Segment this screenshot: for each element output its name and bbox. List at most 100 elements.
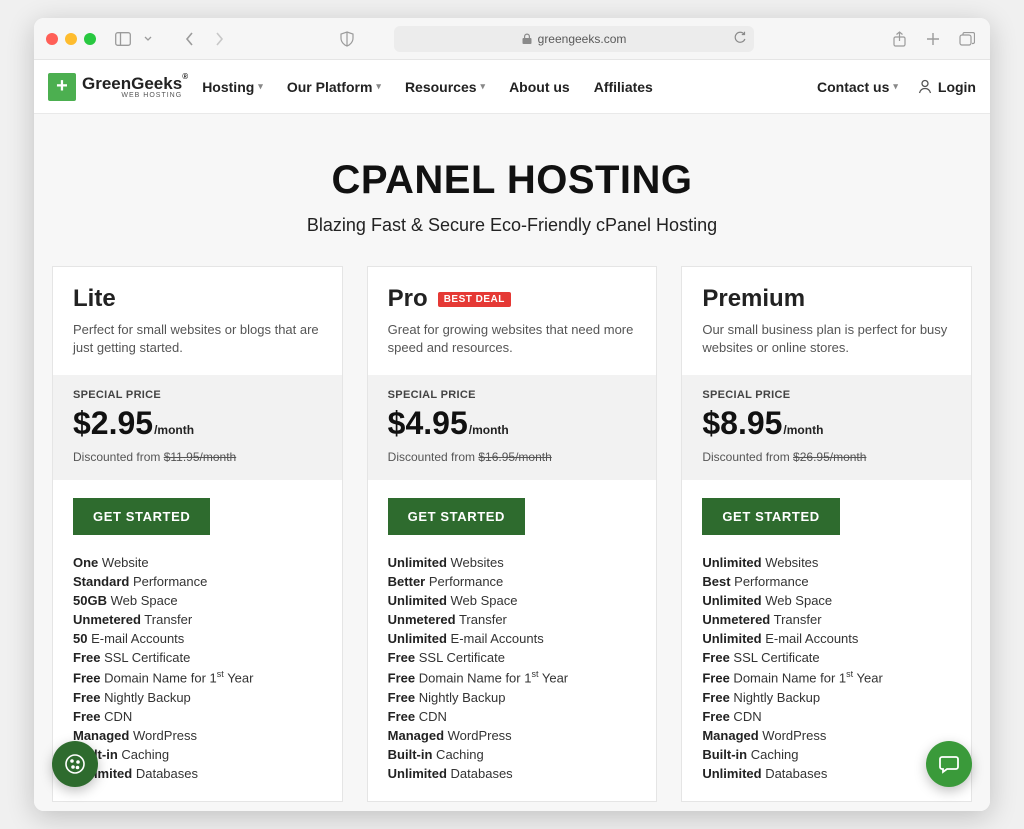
feature-item: Unlimited Web Space <box>388 591 637 610</box>
feature-item: One Website <box>73 553 322 572</box>
chevron-down-icon: ▾ <box>376 81 381 92</box>
page-subtitle: Blazing Fast & Secure Eco-Friendly cPane… <box>34 215 990 236</box>
feature-item: Free Domain Name for 1st Year <box>73 667 322 687</box>
best-deal-badge: BEST DEAL <box>438 292 511 307</box>
per-month-label: /month <box>154 423 194 437</box>
feature-item: Unlimited Databases <box>702 764 951 783</box>
nav-item-about-us[interactable]: About us <box>509 79 570 95</box>
get-started-button[interactable]: GET STARTED <box>702 498 839 535</box>
feature-item: Built-in Caching <box>388 745 637 764</box>
chevron-down-icon: ▾ <box>893 81 898 92</box>
pricing-plans: Lite Perfect for small websites or blogs … <box>34 266 990 802</box>
feature-list: Unlimited WebsitesBest PerformanceUnlimi… <box>702 553 951 782</box>
logo-brand-name: GreenGeeks <box>82 75 182 92</box>
plan-description: Great for growing websites that need mor… <box>388 321 637 357</box>
plan-title: Premium <box>702 285 805 313</box>
logo-tagline: WEB HOSTING <box>82 92 182 99</box>
chat-button[interactable] <box>926 741 972 787</box>
nav-contact[interactable]: Contact us ▾ <box>817 79 898 95</box>
feature-item: 50 E-mail Accounts <box>73 629 322 648</box>
feature-item: Built-in Caching <box>702 745 951 764</box>
feature-item: Unlimited Websites <box>702 553 951 572</box>
get-started-button[interactable]: GET STARTED <box>73 498 210 535</box>
nav-item-affiliates[interactable]: Affiliates <box>594 79 653 95</box>
feature-item: Unlimited Web Space <box>702 591 951 610</box>
login-label: Login <box>938 79 976 95</box>
plan-price: $4.95 <box>388 405 468 442</box>
feature-item: Free SSL Certificate <box>388 648 637 667</box>
nav-item-our-platform[interactable]: Our Platform▾ <box>287 79 381 95</box>
new-tab-icon[interactable] <box>922 28 944 50</box>
chevron-down-icon[interactable] <box>142 28 154 50</box>
feature-item: Free SSL Certificate <box>702 648 951 667</box>
feature-item: Standard Performance <box>73 572 322 591</box>
page-content: + GreenGeeks WEB HOSTING Hosting▾Our Pla… <box>34 60 990 811</box>
nav-forward-button[interactable] <box>208 28 230 50</box>
plan-card-lite: Lite Perfect for small websites or blogs … <box>52 266 343 802</box>
tabs-overview-icon[interactable] <box>956 28 978 50</box>
plan-description: Perfect for small websites or blogs that… <box>73 321 322 357</box>
feature-item: Free Nightly Backup <box>73 688 322 707</box>
nav-back-button[interactable] <box>178 28 200 50</box>
feature-item: Unlimited Databases <box>388 764 637 783</box>
chevron-down-icon: ▾ <box>258 81 263 92</box>
address-bar[interactable]: greengeeks.com <box>394 26 754 52</box>
feature-item: Unlimited Websites <box>388 553 637 572</box>
special-price-label: SPECIAL PRICE <box>73 389 322 401</box>
nav-item-label: Our Platform <box>287 79 373 95</box>
refresh-icon[interactable] <box>734 31 746 47</box>
feature-item: Unlimited E-mail Accounts <box>388 629 637 648</box>
feature-item: Free CDN <box>702 707 951 726</box>
browser-window: greengeeks.com + GreenGeeks <box>34 18 990 811</box>
main-nav: Hosting▾Our Platform▾Resources▾About usA… <box>202 79 653 95</box>
feature-item: Built-in Caching <box>73 745 322 764</box>
site-header: + GreenGeeks WEB HOSTING Hosting▾Our Pla… <box>34 60 990 114</box>
plan-card-premium: Premium Our small business plan is perfec… <box>681 266 972 802</box>
plan-title: Lite <box>73 285 116 313</box>
plan-description: Our small business plan is perfect for b… <box>702 321 951 357</box>
nav-item-hosting[interactable]: Hosting ▾ <box>202 79 263 95</box>
special-price-label: SPECIAL PRICE <box>388 389 637 401</box>
get-started-button[interactable]: GET STARTED <box>388 498 525 535</box>
logo[interactable]: + GreenGeeks WEB HOSTING <box>48 73 182 101</box>
nav-item-resources[interactable]: Resources▾ <box>405 79 485 95</box>
feature-list: One WebsiteStandard Performance50GB Web … <box>73 553 322 782</box>
plan-card-pro: Pro BEST DEAL Great for growing websites t… <box>367 266 658 802</box>
window-close-button[interactable] <box>46 33 58 45</box>
cookie-icon <box>63 752 87 776</box>
lock-icon <box>522 33 532 45</box>
feature-item: Unmetered Transfer <box>388 610 637 629</box>
feature-item: Managed WordPress <box>388 726 637 745</box>
feature-item: Best Performance <box>702 572 951 591</box>
sidebar-toggle-icon[interactable] <box>112 28 134 50</box>
traffic-lights <box>46 33 96 45</box>
nav-item-label: Hosting <box>202 79 254 95</box>
browser-titlebar: greengeeks.com <box>34 18 990 60</box>
feature-item: Unmetered Transfer <box>73 610 322 629</box>
per-month-label: /month <box>783 423 823 437</box>
nav-item-label: About us <box>509 79 570 95</box>
window-minimize-button[interactable] <box>65 33 77 45</box>
feature-item: Free Nightly Backup <box>388 688 637 707</box>
feature-item: 50GB Web Space <box>73 591 322 610</box>
nav-item-label: Resources <box>405 79 477 95</box>
plan-price: $2.95 <box>73 405 153 442</box>
feature-item: Free Nightly Backup <box>702 688 951 707</box>
feature-item: Managed WordPress <box>73 726 322 745</box>
page-title: CPANEL HOSTING <box>34 158 990 203</box>
login-link[interactable]: Login <box>918 79 976 95</box>
plan-title: Pro <box>388 285 428 313</box>
window-zoom-button[interactable] <box>84 33 96 45</box>
special-price-label: SPECIAL PRICE <box>702 389 951 401</box>
feature-item: Unlimited E-mail Accounts <box>702 629 951 648</box>
feature-item: Unlimited Databases <box>73 764 322 783</box>
feature-item: Free CDN <box>388 707 637 726</box>
share-icon[interactable] <box>888 28 910 50</box>
feature-item: Free Domain Name for 1st Year <box>702 667 951 687</box>
chat-icon <box>938 753 960 775</box>
feature-item: Free Domain Name for 1st Year <box>388 667 637 687</box>
user-icon <box>918 79 932 94</box>
cookie-settings-button[interactable] <box>52 741 98 787</box>
hero: CPANEL HOSTING Blazing Fast & Secure Eco… <box>34 114 990 266</box>
shield-icon[interactable] <box>336 28 358 50</box>
